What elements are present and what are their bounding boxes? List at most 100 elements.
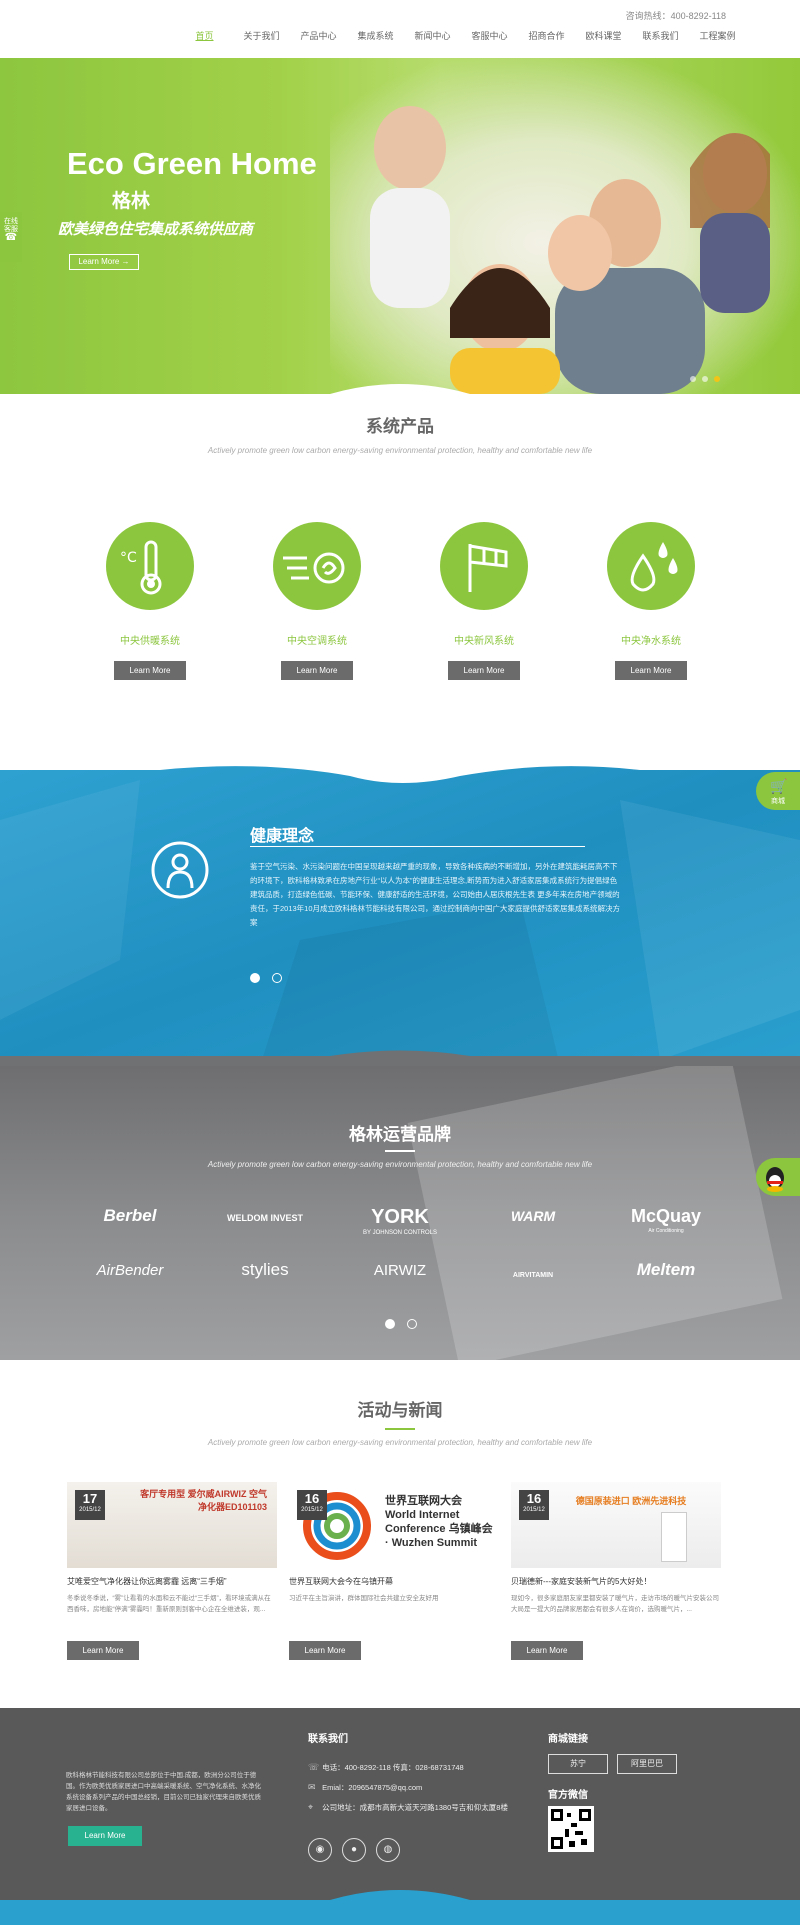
nav-item-systems[interactable]: 集成系统 [347,29,404,42]
news-card-title[interactable]: 贝瑞德新---家庭安装新气片的5大好处！ [511,1576,721,1587]
brand-logo-warm[interactable]: WARM [483,1208,583,1224]
footer-learn-more-button[interactable]: Learn More [68,1826,142,1846]
nav-item-cases[interactable]: 工程案例 [689,29,746,42]
cart-icon: 🛒 [770,778,788,794]
news-date-badge: 17 2015/12 [75,1490,105,1520]
hero-title: Eco Green Home [67,146,317,181]
brand-logo-york[interactable]: YORK [350,1206,450,1229]
products-subtitle: Actively promote green low carbon energy… [207,446,593,455]
footer-address-text: 公司地址：成都市高新大道天河路1380号吉和仰太厦8楼 [322,1803,508,1812]
brands-slider-dots [385,1319,417,1329]
news-card-title[interactable]: 艾唯爱空气净化器让你远离雾霾 远离“三手烟” [67,1576,277,1587]
footer-phone: ☏ 电话：400-8292-118 传真：028-68731748 [308,1762,464,1773]
product-learn-more-button[interactable]: Learn More [114,661,186,680]
phone-icon: ☎ [4,232,18,243]
product-label[interactable]: 中央新风系统 [440,632,528,647]
product-learn-more-button[interactable]: Learn More [615,661,687,680]
footer-contact-title: 联系我们 [308,1734,348,1745]
news-date-badge: 16 2015/12 [297,1490,327,1520]
hero-learn-more-button[interactable]: Learn More → [69,254,139,270]
brand-logo-airwiz[interactable]: AIRWIZ [350,1262,450,1279]
product-label[interactable]: 中央净水系统 [607,632,695,647]
brands-divider [385,1150,415,1152]
brand-logo-mcquay-sub: Air Conditioning [648,1228,684,1234]
product-learn-more-button[interactable]: Learn More [448,661,520,680]
footer-email-text[interactable]: Emial：2096547875@qq.com [322,1783,422,1792]
qr-code-icon [551,1809,591,1849]
brand-logo-weldom[interactable]: WELDOM INVEST [215,1213,315,1223]
radiator-image [661,1512,687,1562]
brand-logo-mcquay[interactable]: McQuay [616,1206,716,1227]
brands-subtitle: Actively promote green low carbon energy… [207,1160,593,1169]
news-image[interactable]: 客厅专用型 爱尔威AIRWIZ 空气净化器ED101103 17 2015/12 [67,1482,277,1568]
news-learn-more-button[interactable]: Learn More [511,1641,583,1660]
news-card-title[interactable]: 世界互联网大会今在乌镇开幕 [289,1576,499,1587]
nav-item-products[interactable]: 产品中心 [290,29,347,42]
news-image-caption: 德国原装进口 欧洲先进科技 [575,1496,687,1506]
news-card: 德国原装进口 欧洲先进科技 16 2015/12 贝瑞德新---家庭安装新气片的5… [511,1482,721,1660]
wechat-icon[interactable]: ◍ [376,1838,400,1862]
weibo-icon[interactable]: ◉ [308,1838,332,1862]
brands-section: 格林运营品牌 Actively promote green low carbon… [0,1066,800,1360]
nav-item-about[interactable]: 关于我们 [233,29,290,42]
shop-cart-button[interactable]: 🛒 商城 [756,772,800,810]
news-card: 客厅专用型 爱尔威AIRWIZ 空气净化器ED101103 17 2015/12 … [67,1482,277,1660]
qq-chat-button[interactable] [756,1158,800,1196]
online-service-tab[interactable]: 在线客服 ☎ [0,212,22,262]
footer-about-text: 欧科格林节能科技有限公司总部位于中国.成都，欧洲分公司位于德国。作为欧美优质家居… [66,1772,261,1812]
brands-background-paper [407,1066,783,1360]
slider-dot-active[interactable] [250,973,260,983]
news-image[interactable]: 德国原装进口 欧洲先进科技 16 2015/12 [511,1482,721,1568]
brand-logo-airbender[interactable]: AirBender [80,1262,180,1279]
thermometer-icon[interactable]: °C [106,522,194,610]
qq-icon[interactable]: ● [342,1838,366,1862]
nav-item-classroom[interactable]: 欧科课堂 [575,29,632,42]
slider-dot[interactable] [272,973,282,983]
brand-logo-york-sub: BY JOHNSON CONTROLS [363,1230,437,1236]
brand-logo-berbel[interactable]: Berbel [80,1206,180,1226]
nav-item-service[interactable]: 客服中心 [461,29,518,42]
nav-item-home[interactable]: 首页 [176,29,233,42]
footer-email: ✉ Emial：2096547875@qq.com [308,1782,422,1793]
nav-item-contact[interactable]: 联系我们 [632,29,689,42]
news-day: 17 [82,1491,98,1506]
news-learn-more-button[interactable]: Learn More [67,1641,139,1660]
news-month: 2015/12 [79,1507,101,1513]
footer-links-title: 商城链接 [548,1734,588,1745]
brand-logo-airvitamin[interactable]: AIRVITAMIN [483,1272,583,1279]
nav-item-partners[interactable]: 招商合作 [518,29,575,42]
brands-title: 格林运营品牌 [349,1125,451,1144]
slider-dot[interactable] [407,1319,417,1329]
hero-wave [0,384,800,394]
products-title: 系统产品 [366,417,434,436]
footer-phone-text: 电话：400-8292-118 传真：028-68731748 [322,1763,464,1772]
brand-logo-meltem[interactable]: Meltem [616,1260,716,1280]
water-drop-icon[interactable] [607,522,695,610]
news-month: 2015/12 [523,1507,545,1513]
news-learn-more-button[interactable]: Learn More [289,1641,361,1660]
product-card-fresh-air: 中央新风系统 Learn More [440,522,528,680]
hero-brand: 格林 [112,191,151,212]
news-image[interactable]: 世界互联网大会 World Internet Conference 乌镇峰会 ·… [289,1482,499,1568]
footer-link-suning[interactable]: 苏宁 [548,1754,608,1774]
windsock-icon[interactable] [440,522,528,610]
news-image-caption: 世界互联网大会 World Internet Conference 乌镇峰会 ·… [385,1495,493,1549]
product-label[interactable]: 中央空调系统 [273,632,361,647]
health-title: 健康理念 [250,828,315,845]
news-day: 16 [304,1491,320,1506]
hero-tagline: 欧美绿色住宅集成系统供应商 [58,221,254,238]
news-day: 16 [526,1491,542,1506]
nav-item-news[interactable]: 新闻中心 [404,29,461,42]
product-learn-more-button[interactable]: Learn More [281,661,353,680]
slider-dot-active[interactable] [385,1319,395,1329]
airflow-icon[interactable] [273,522,361,610]
footer-link-alibaba[interactable]: 阿里巴巴 [617,1754,677,1774]
product-card-aircon: 中央空调系统 Learn More [273,522,361,680]
location-pin-icon: ⌖ [308,1802,314,1812]
product-card-heating: °C 中央供暖系统 Learn More [106,522,194,680]
qq-icon [766,1167,784,1192]
person-icon [151,841,209,899]
site-footer: 欧科格林节能科技有限公司总部位于中国.成都，欧洲分公司位于德国。作为欧美优质家居… [0,1708,800,1925]
product-label[interactable]: 中央供暖系统 [106,632,194,647]
brand-logo-stylies[interactable]: stylies [215,1260,315,1280]
